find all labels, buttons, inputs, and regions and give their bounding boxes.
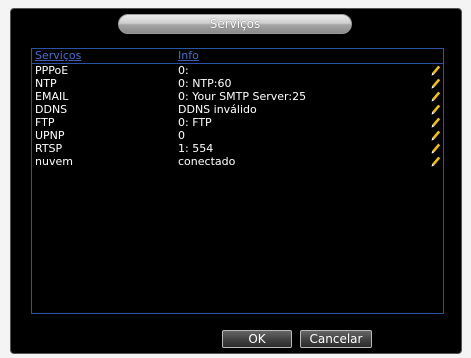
service-name: FTP — [35, 116, 55, 129]
list-header: Serviços Info — [32, 49, 443, 63]
table-row[interactable]: nuvem conectado — [32, 155, 443, 168]
service-info: 0: FTP — [178, 116, 212, 129]
service-name: DDNS — [35, 103, 68, 116]
table-row[interactable]: RTSP 1: 554 — [32, 142, 443, 155]
service-info: 0: Your SMTP Server:25 — [178, 90, 307, 103]
service-info: 1: 554 — [178, 142, 214, 155]
service-info: 0: — [178, 64, 189, 77]
dialog-title: Serviços — [118, 14, 352, 34]
table-row[interactable]: NTP 0: NTP:60 — [32, 77, 443, 90]
service-name: NTP — [35, 77, 57, 90]
edit-pencil-icon[interactable] — [431, 65, 441, 76]
ok-button[interactable]: OK — [222, 330, 292, 348]
column-header-info[interactable]: Info — [178, 49, 199, 62]
service-info: DDNS inválido — [178, 103, 257, 116]
table-row[interactable]: FTP 0: FTP — [32, 116, 443, 129]
service-name: UPNP — [35, 129, 65, 142]
edit-pencil-icon[interactable] — [431, 91, 441, 102]
edit-pencil-icon[interactable] — [431, 130, 441, 141]
edit-pencil-icon[interactable] — [431, 156, 441, 167]
table-row[interactable]: EMAIL 0: Your SMTP Server:25 — [32, 90, 443, 103]
services-list: Serviços Info PPPoE 0: NTP 0: NTP:60 EMAIL 0:… — [31, 48, 444, 314]
list-rows: PPPoE 0: NTP 0: NTP:60 EMAIL 0: Your SMTP Ser… — [32, 64, 443, 168]
table-row[interactable]: UPNP 0 — [32, 129, 443, 142]
service-info: conectado — [178, 155, 236, 168]
table-row[interactable]: PPPoE 0: — [32, 64, 443, 77]
cancel-button[interactable]: Cancelar — [300, 330, 372, 348]
column-header-services[interactable]: Serviços — [35, 49, 81, 62]
service-info: 0: NTP:60 — [178, 77, 232, 90]
edit-pencil-icon[interactable] — [431, 117, 441, 128]
service-name: RTSP — [35, 142, 63, 155]
service-name: EMAIL — [35, 90, 69, 103]
edit-pencil-icon[interactable] — [431, 78, 441, 89]
service-name: PPPoE — [35, 64, 69, 77]
edit-pencil-icon[interactable] — [431, 143, 441, 154]
edit-pencil-icon[interactable] — [431, 104, 441, 115]
service-info: 0 — [178, 129, 185, 142]
services-dialog: Serviços Serviços Info PPPoE 0: NTP 0: NTP:… — [10, 8, 462, 354]
table-row[interactable]: DDNS DDNS inválido — [32, 103, 443, 116]
service-name: nuvem — [35, 155, 73, 168]
